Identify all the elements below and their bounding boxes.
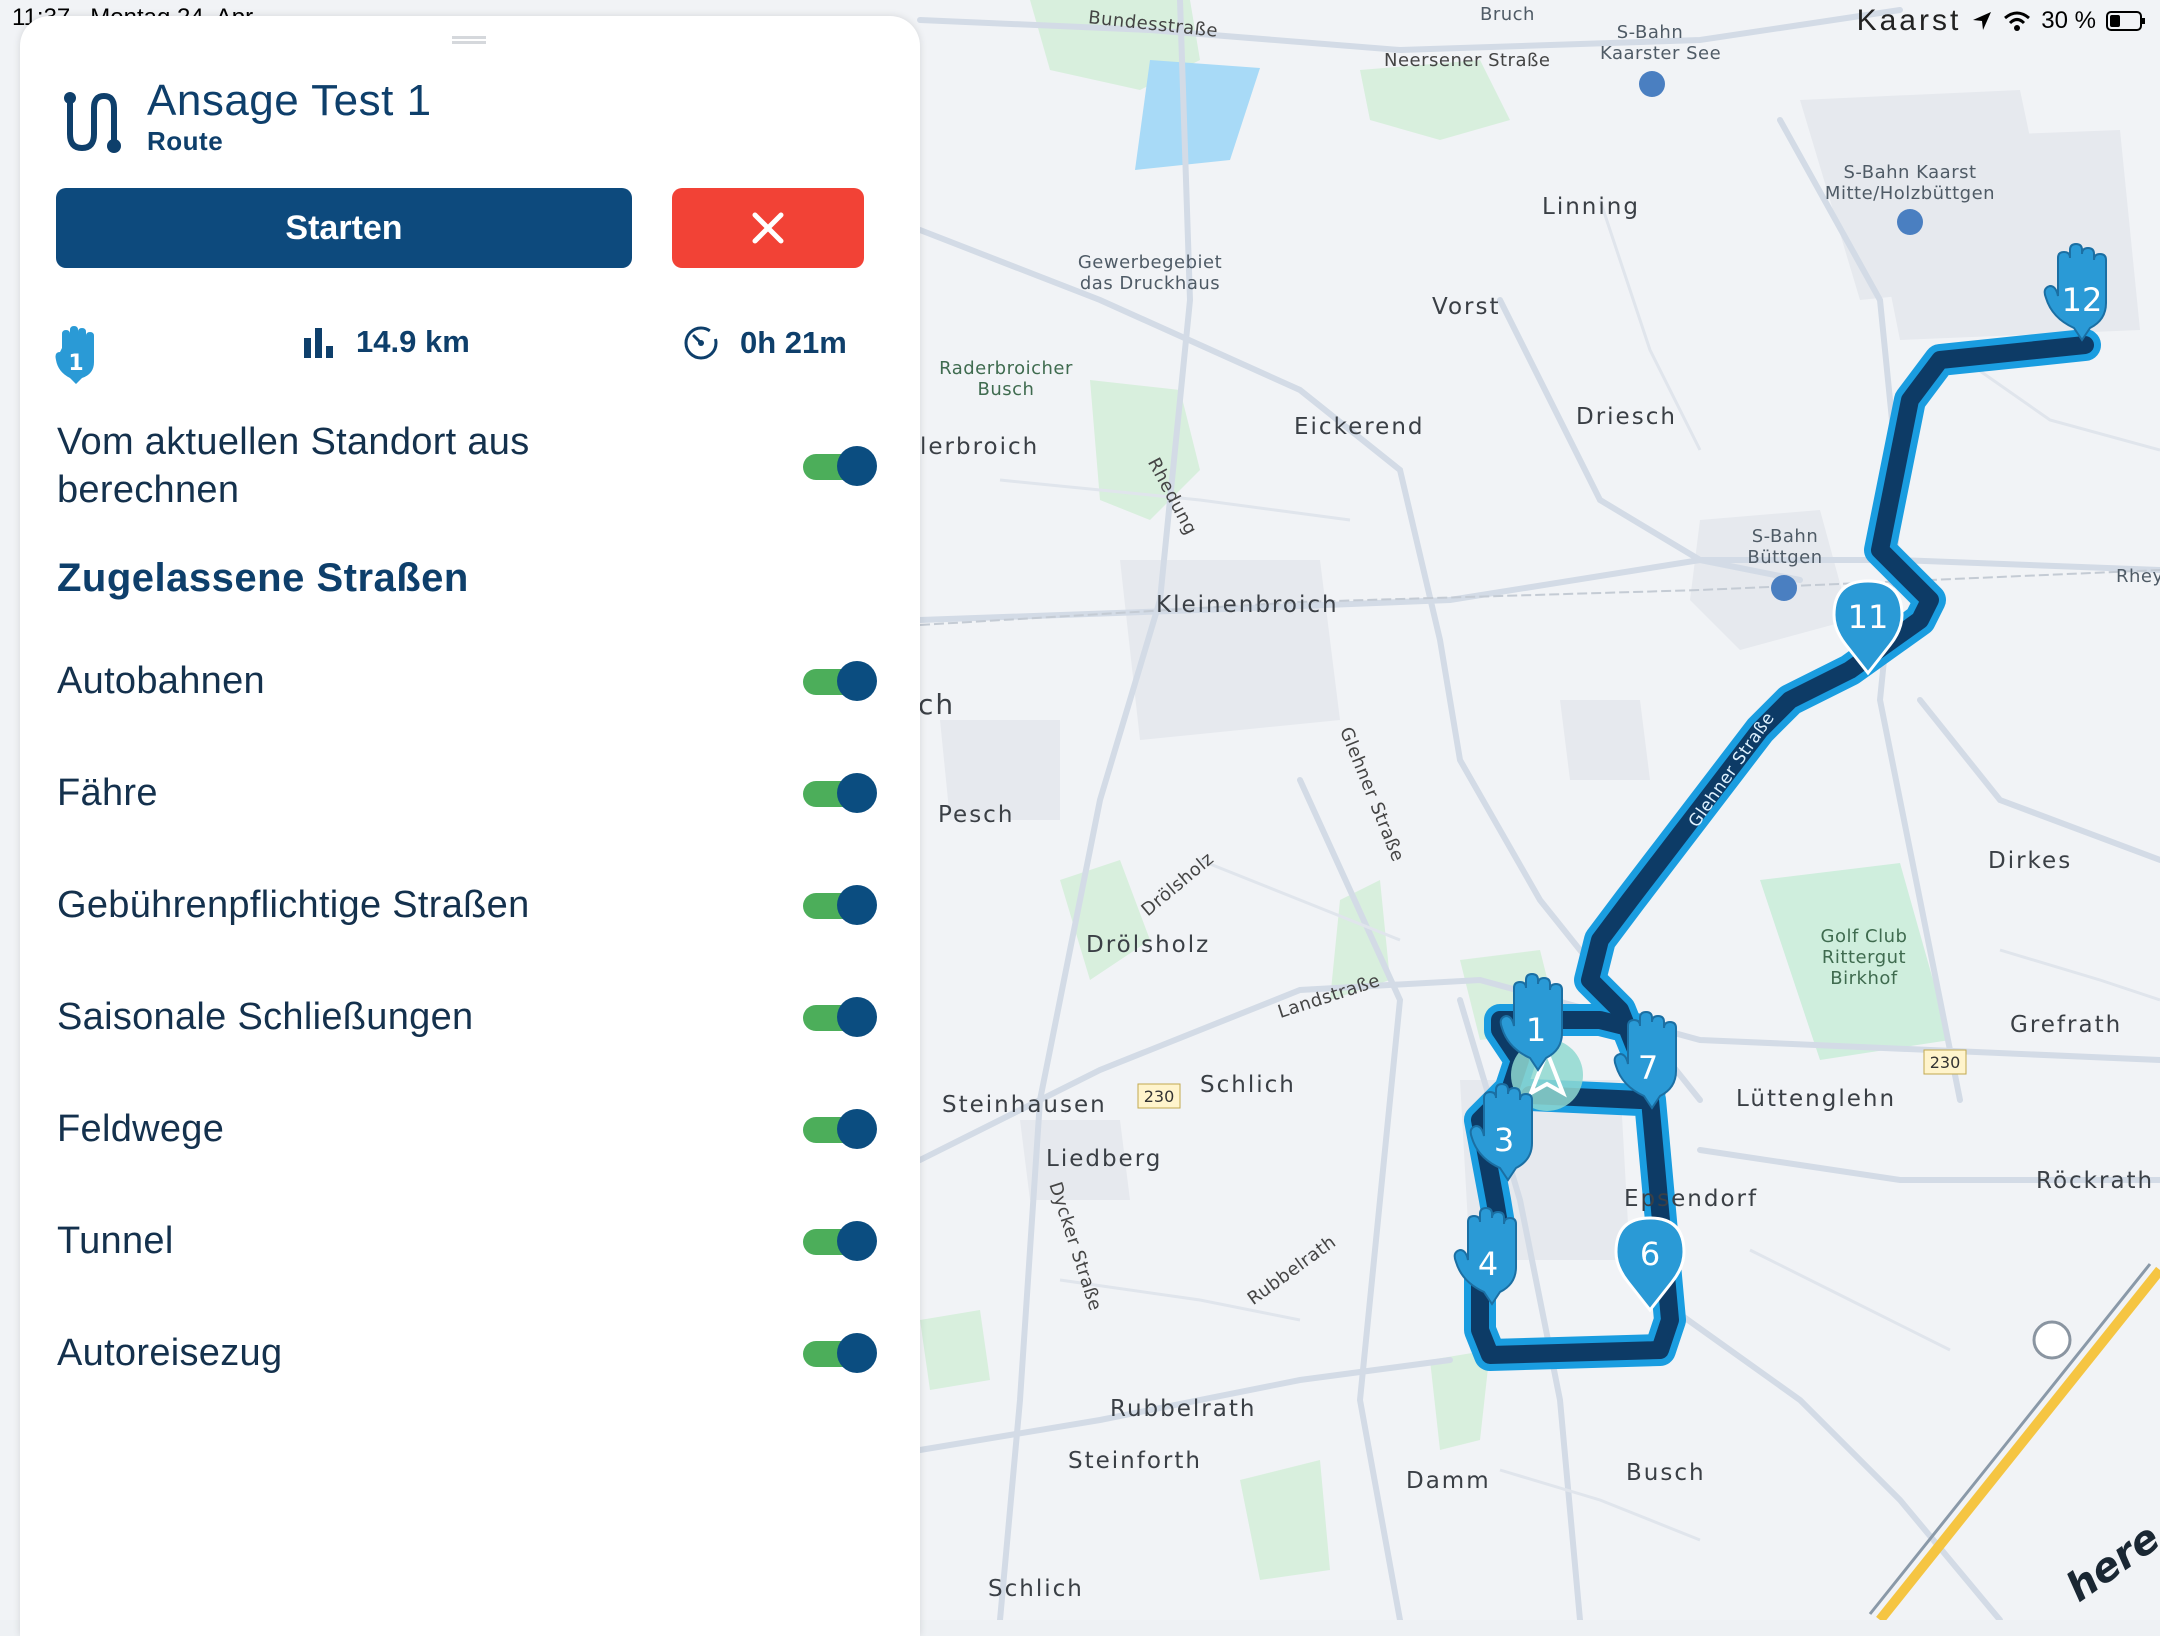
autoreisezug-toggle[interactable]	[803, 1333, 877, 1373]
hand-marker-icon: 1	[55, 326, 94, 384]
distance-value: 14.9 km	[356, 324, 470, 359]
close-icon	[752, 212, 784, 244]
duration-value: 0h 21m	[740, 325, 847, 360]
battery-percent: 30 %	[2041, 7, 2096, 34]
map-label-place: Damm	[1406, 1468, 1491, 1494]
map-label-place: Schlich	[1200, 1072, 1296, 1098]
svg-text:11: 11	[1848, 598, 1889, 636]
distance-stat: 14.9 km	[302, 324, 470, 360]
map-label-place: Röckrath	[2036, 1168, 2155, 1194]
seasonal-closures-toggle[interactable]	[803, 997, 877, 1037]
svg-text:4: 4	[1478, 1245, 1498, 1283]
section-title: Zugelassene Straßen	[57, 556, 469, 600]
waypoint-badge: 1	[68, 351, 83, 376]
map-label-place: Steinforth	[1068, 1448, 1202, 1474]
close-button[interactable]	[672, 188, 864, 268]
map-label-place: Schlich	[988, 1576, 1084, 1602]
map-label-area: Gewerbegebiet das Druckhaus	[1077, 252, 1223, 294]
road-label: Autobahnen	[57, 660, 265, 702]
road-row-seasonal[interactable]: Saisonale Schließungen	[57, 977, 877, 1057]
road-label: Saisonale Schließungen	[57, 996, 474, 1038]
svg-text:230: 230	[1144, 1087, 1175, 1106]
map-label-station: S-Bahn Büttgen	[1747, 526, 1823, 568]
route-icon	[64, 92, 121, 153]
road-label: Autoreisezug	[57, 1332, 283, 1374]
road-label: Gebührenpflichtige Straßen	[57, 884, 530, 926]
faehre-toggle[interactable]	[803, 773, 877, 813]
map-label-place: Busch	[1626, 1460, 1706, 1486]
map-label-place: Drölsholz	[1086, 932, 1211, 958]
distance-chart-icon	[304, 328, 333, 358]
map-label-place: ch	[918, 688, 956, 721]
road-row-tunnel[interactable]: Tunnel	[57, 1201, 877, 1281]
marker-label: 12	[2062, 281, 2103, 319]
svg-text:6: 6	[1640, 1235, 1660, 1273]
status-location: Kaarst	[1856, 4, 1962, 37]
map-label-place: Pesch	[938, 802, 1015, 828]
map-label-station: S-Bahn Kaarster See	[1600, 22, 1721, 64]
camera-icon[interactable]	[2032, 1320, 2072, 1360]
map-label-area: Golf Club Rittergut Birkhof	[1820, 926, 1908, 989]
location-arrow-icon	[1973, 12, 1992, 30]
route-title: Ansage Test 1	[147, 76, 432, 125]
map-label-place: Epsendorf	[1624, 1186, 1759, 1212]
autobahnen-toggle[interactable]	[803, 661, 877, 701]
battery-icon	[2106, 11, 2145, 31]
svg-text:230: 230	[1930, 1053, 1961, 1072]
toll-roads-toggle[interactable]	[803, 885, 877, 925]
tunnel-toggle[interactable]	[803, 1221, 877, 1261]
status-bar-right: Kaarst 30 %	[1857, 4, 2146, 38]
duration-stat: 0h 21m	[682, 324, 847, 362]
map-label-station: S-Bahn Kaarst Mitte/Holzbüttgen	[1824, 162, 1996, 204]
current-location-toggle[interactable]	[803, 446, 877, 486]
route-panel: Ansage Test 1 Route Starten 1 14.9 km 0h…	[20, 16, 920, 1636]
drag-handle[interactable]	[452, 36, 486, 44]
svg-text:3: 3	[1494, 1121, 1514, 1159]
map-label-road: Neersener Straße	[1384, 50, 1551, 71]
svg-text:1: 1	[1526, 1011, 1546, 1049]
route-subtitle: Route	[147, 126, 224, 156]
wifi-icon	[2004, 11, 2031, 31]
map-label-place: Linning	[1542, 194, 1640, 220]
feldwege-toggle[interactable]	[803, 1109, 877, 1149]
option-row-current-location[interactable]: Vom aktuellen Standort aus berechnen	[57, 416, 877, 516]
waypoint-stat: 1	[54, 324, 100, 386]
timer-icon	[684, 326, 718, 360]
road-row-toll[interactable]: Gebührenpflichtige Straßen	[57, 865, 877, 945]
map-label-place: Vorst	[1432, 294, 1501, 320]
road-row-faehre[interactable]: Fähre	[57, 753, 877, 833]
svg-text:7: 7	[1638, 1049, 1658, 1087]
map-label-place: lerbroich	[920, 434, 1040, 460]
start-button[interactable]: Starten	[56, 188, 632, 268]
road-label: Tunnel	[57, 1220, 174, 1262]
map-label-place: Liedberg	[1046, 1146, 1163, 1172]
map-label-place: Dirkes	[1988, 848, 2073, 874]
road-row-autoreisezug[interactable]: Autoreisezug	[57, 1313, 877, 1393]
map-label-place: Lüttenglehn	[1736, 1086, 1897, 1112]
map-label-place: Eickerend	[1294, 414, 1425, 440]
option-label: Vom aktuellen Standort aus berechnen	[57, 421, 530, 511]
map-label-place: Bruch	[1480, 4, 1535, 25]
map-label-area: Raderbroicher Busch	[939, 358, 1073, 400]
road-label: Feldwege	[57, 1108, 225, 1150]
map-label-place: Rhey	[2116, 566, 2160, 587]
road-label: Fähre	[57, 772, 158, 814]
road-row-autobahnen[interactable]: Autobahnen	[57, 641, 877, 721]
map-label-place: Grefrath	[2010, 1012, 2123, 1038]
map-label-place: Rubbelrath	[1110, 1396, 1257, 1422]
map-label-place: Kleinenbroich	[1156, 592, 1339, 618]
map-label-place: Steinhausen	[942, 1092, 1107, 1118]
map-label-place: Driesch	[1576, 404, 1677, 430]
road-row-feldwege[interactable]: Feldwege	[57, 1089, 877, 1169]
